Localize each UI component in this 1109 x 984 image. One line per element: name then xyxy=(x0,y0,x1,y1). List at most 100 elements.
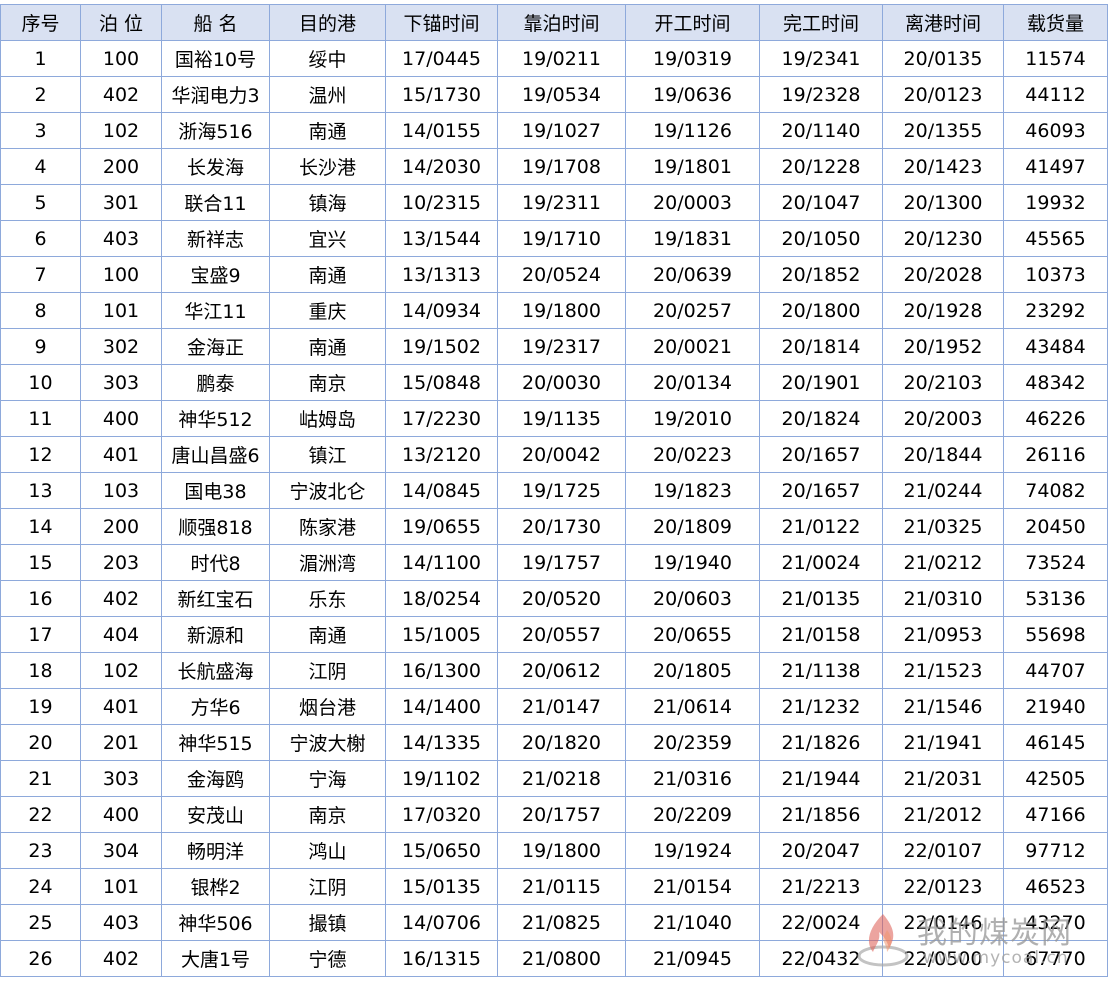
table-cell: 金海鸥 xyxy=(161,760,270,797)
table-cell: 江阴 xyxy=(269,652,386,689)
table-row: 1 100 国裕10号 绥中 17/0445 19/0211 19/0319 19/2341 2… xyxy=(0,40,1108,77)
table-cell: 17/2230 xyxy=(385,400,498,437)
table-cell: 撮镇 xyxy=(269,904,386,941)
column-header: 完工时间 xyxy=(759,4,883,41)
table-cell: 100 xyxy=(80,40,162,77)
table-cell: 301 xyxy=(80,184,162,221)
table-cell: 19932 xyxy=(1003,184,1108,221)
table-cell: 南通 xyxy=(269,328,386,365)
table-cell: 19/1725 xyxy=(497,472,626,509)
table-cell: 19/1801 xyxy=(625,148,760,185)
table-cell: 44112 xyxy=(1003,76,1108,113)
table-cell: 17/0320 xyxy=(385,796,498,833)
table-row: 4 200 长发海 长沙港 14/2030 19/1708 19/1801 20/1228 20… xyxy=(0,148,1108,185)
table-row: 22 400 安茂山 南京 17/0320 20/1757 20/2209 21/1856 21… xyxy=(0,796,1108,833)
table-cell: 20/0520 xyxy=(497,580,626,617)
table-cell: 14/2030 xyxy=(385,148,498,185)
table-cell: 102 xyxy=(80,112,162,149)
table-cell: 15/1730 xyxy=(385,76,498,113)
table-cell: 国电38 xyxy=(161,472,270,509)
table-body: 1 100 国裕10号 绥中 17/0445 19/0211 19/0319 19/2341 2… xyxy=(0,40,1108,977)
table-cell: 22/0432 xyxy=(759,940,883,977)
table-cell: 19/0319 xyxy=(625,40,760,77)
table-cell: 48342 xyxy=(1003,364,1108,401)
table-cell: 银桦2 xyxy=(161,868,270,905)
table-header-row: 序号泊 位船 名目的港 下锚时间 靠泊时间 开工时间 完工时间 离港时间 载货量 xyxy=(0,4,1108,41)
table-cell: 24 xyxy=(0,868,81,905)
table-cell: 46226 xyxy=(1003,400,1108,437)
table-cell: 20/1928 xyxy=(882,292,1004,329)
table-cell: 13/1313 xyxy=(385,256,498,293)
table-cell: 20/1730 xyxy=(497,508,626,545)
table-cell: 21/0316 xyxy=(625,760,760,797)
table-cell: 13 xyxy=(0,472,81,509)
table-cell: 21/0135 xyxy=(759,580,883,617)
table-cell: 42505 xyxy=(1003,760,1108,797)
table-row: 24 101 银桦2 江阴 15/0135 21/0115 21/0154 21/2213 22… xyxy=(0,868,1108,905)
table-cell: 19/1710 xyxy=(497,220,626,257)
table-cell: 22/0146 xyxy=(882,904,1004,941)
table-cell: 22/0107 xyxy=(882,832,1004,869)
table-cell: 44707 xyxy=(1003,652,1108,689)
table-cell: 15/0650 xyxy=(385,832,498,869)
table-cell: 22/0024 xyxy=(759,904,883,941)
table-row: 18 102 长航盛海 江阴 16/1300 20/0612 20/1805 21/1138 2… xyxy=(0,652,1108,689)
table-cell: 101 xyxy=(80,868,162,905)
table-cell: 19/0534 xyxy=(497,76,626,113)
table-cell: 21/0122 xyxy=(759,508,883,545)
table-cell: 21/1232 xyxy=(759,688,883,725)
table-cell: 304 xyxy=(80,832,162,869)
table-cell: 402 xyxy=(80,940,162,977)
table-cell: 新红宝石 xyxy=(161,580,270,617)
table-cell: 19/0636 xyxy=(625,76,760,113)
table-cell: 大唐1号 xyxy=(161,940,270,977)
table-cell: 19/2328 xyxy=(759,76,883,113)
table-row: 16 402 新红宝石 乐东 18/0254 20/0520 20/0603 21/0135 2… xyxy=(0,580,1108,617)
table-cell: 顺强818 xyxy=(161,508,270,545)
table-cell: 47166 xyxy=(1003,796,1108,833)
table-cell: 46523 xyxy=(1003,868,1108,905)
table-cell: 21/0154 xyxy=(625,868,760,905)
table-cell: 时代8 xyxy=(161,544,270,581)
table-cell: 19/1708 xyxy=(497,148,626,185)
table-cell: 20/1844 xyxy=(882,436,1004,473)
table-cell: 401 xyxy=(80,436,162,473)
table-row: 12 401 唐山昌盛6 镇江 13/2120 20/0042 20/0223 20/1657… xyxy=(0,436,1108,473)
table-cell: 400 xyxy=(80,400,162,437)
column-header: 序号 xyxy=(0,4,81,41)
table-cell: 17 xyxy=(0,616,81,653)
table-cell: 12 xyxy=(0,436,81,473)
table-row: 8 101 华江11 重庆 14/0934 19/1800 20/0257 20/1800 20… xyxy=(0,292,1108,329)
table-cell: 20/1820 xyxy=(497,724,626,761)
table-cell: 江阴 xyxy=(269,868,386,905)
column-header: 靠泊时间 xyxy=(497,4,626,41)
table-cell: 402 xyxy=(80,580,162,617)
table-cell: 100 xyxy=(80,256,162,293)
table-cell: 20/1140 xyxy=(759,112,883,149)
table-cell: 陈家港 xyxy=(269,508,386,545)
table-cell: 400 xyxy=(80,796,162,833)
table-cell: 45565 xyxy=(1003,220,1108,257)
table-cell: 403 xyxy=(80,220,162,257)
table-row: 25 403 神华506 撮镇 14/0706 21/0825 21/1040 22/0024… xyxy=(0,904,1108,941)
table-row: 17 404 新源和 南通 15/1005 20/0557 20/0655 21/0158 21… xyxy=(0,616,1108,653)
table-cell: 14/0706 xyxy=(385,904,498,941)
table-cell: 20/1423 xyxy=(882,148,1004,185)
table-cell: 11574 xyxy=(1003,40,1108,77)
table-cell: 20/1230 xyxy=(882,220,1004,257)
table-cell: 南通 xyxy=(269,616,386,653)
table-cell: 43270 xyxy=(1003,904,1108,941)
table-cell: 41497 xyxy=(1003,148,1108,185)
table-cell: 21/1138 xyxy=(759,652,883,689)
table-row: 26 402 大唐1号 宁德 16/1315 21/0800 21/0945 22/0432 2… xyxy=(0,940,1108,977)
table-cell: 20/2028 xyxy=(882,256,1004,293)
column-header: 开工时间 xyxy=(625,4,760,41)
table-cell: 20/1901 xyxy=(759,364,883,401)
table-cell: 19/2341 xyxy=(759,40,883,77)
table-cell: 新祥志 xyxy=(161,220,270,257)
table-cell: 21/2012 xyxy=(882,796,1004,833)
column-header: 泊 位 xyxy=(80,4,162,41)
table-cell: 5 xyxy=(0,184,81,221)
table-cell: 20/0524 xyxy=(497,256,626,293)
table-cell: 22/0500 xyxy=(882,940,1004,977)
